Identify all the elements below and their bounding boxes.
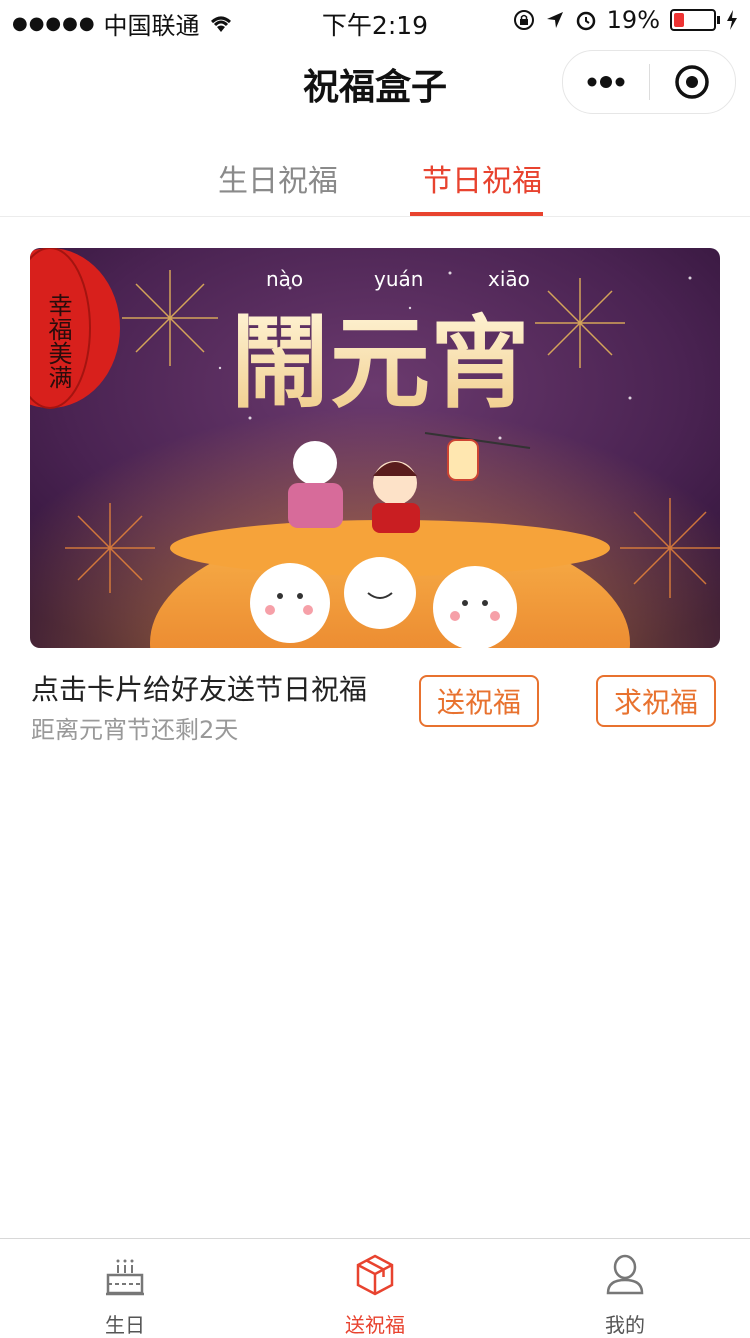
tab-holiday-wishes[interactable]: 节日祝福 [422,156,542,200]
location-icon [546,12,563,28]
mini-program-capsule [562,50,736,114]
more-button[interactable] [563,51,649,113]
request-wishes-button[interactable]: 求祝福 [596,675,716,727]
battery-percent: 19% [606,6,660,34]
card-countdown: 距离元宵节还剩2天 [31,716,239,744]
send-wishes-button[interactable]: 送祝福 [419,675,539,727]
rotation-lock-icon [513,10,534,30]
pinyin-nao: nào [266,267,303,291]
battery-icon [670,9,720,31]
festival-card[interactable]: 幸福美满 nào yuán xiāo 鬧元宵 [30,248,720,648]
alarm-icon [576,11,595,31]
user-icon [606,1254,644,1295]
tabbar-item-send-wishes[interactable]: 送祝福 [250,1239,500,1337]
pinyin-xiao: xiāo [488,267,530,291]
category-tabs: 生日祝福 节日祝福 [0,136,750,217]
nav-bar: 祝福盒子 [0,40,750,124]
target-icon [675,65,709,99]
card-title: 点击卡片给好友送节日祝福 [31,673,368,706]
more-dots-icon [587,76,625,88]
pinyin-yuan: yuán [374,267,423,291]
gift-box-icon [356,1254,394,1296]
active-tab-indicator [410,212,543,216]
banner-title: 鬧元宵 [230,304,530,422]
lantern-text: 幸福美满 [44,293,72,389]
charging-icon [727,10,737,30]
lantern-festival-banner: 幸福美满 nào yuán xiāo 鬧元宵 [30,248,720,648]
tabbar-item-birthday[interactable]: 生日 [0,1239,250,1337]
bottom-tab-bar: 生日 送祝福 我的 [0,1238,750,1337]
tabbar-item-profile[interactable]: 我的 [500,1239,750,1337]
tab-birthday-wishes[interactable]: 生日祝福 [218,156,338,200]
cake-icon [106,1259,144,1296]
status-bar: ●●●●● 中国联通 下午2:19 19% [0,0,750,40]
close-mini-program-button[interactable] [650,51,736,113]
